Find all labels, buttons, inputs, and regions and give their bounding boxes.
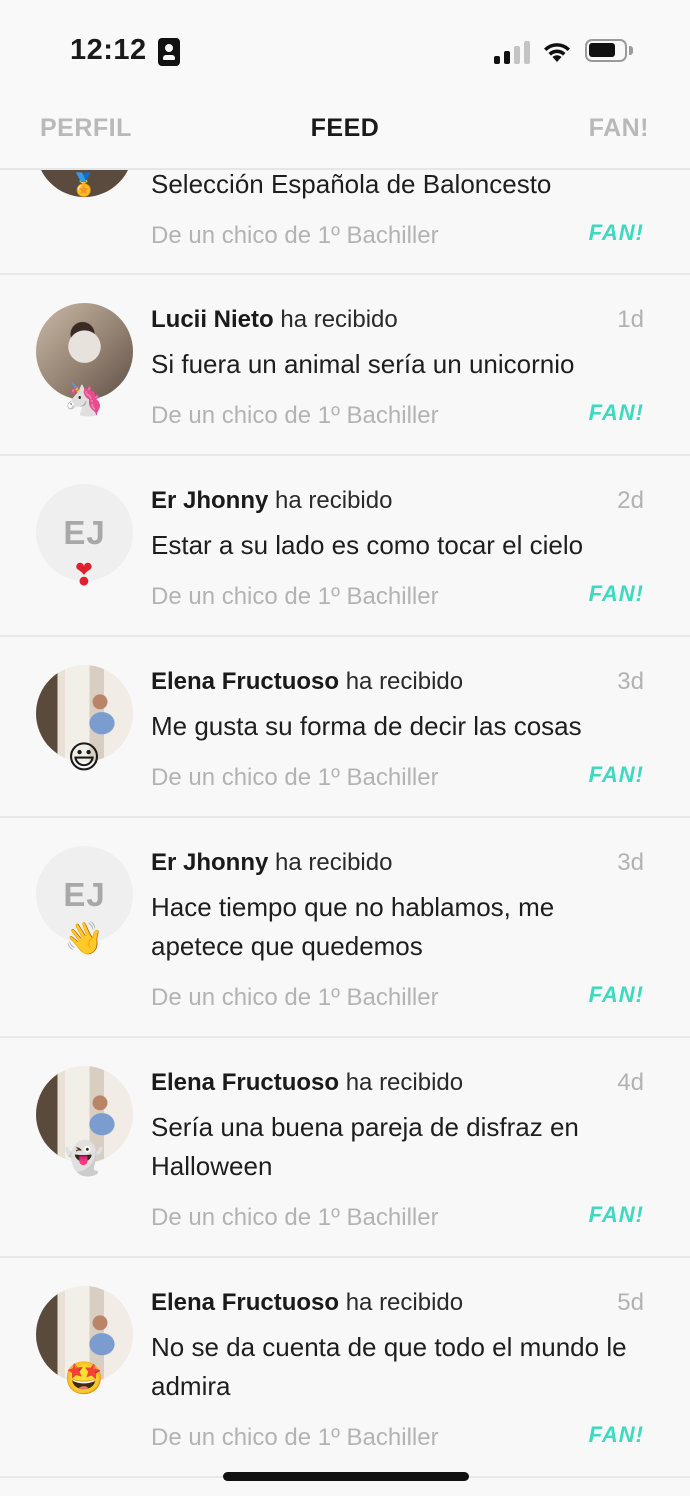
smiley-icon: 😃 xyxy=(67,738,101,776)
unicorn-icon: 🦄 xyxy=(64,380,104,418)
top-nav: FEED PERFIL FAN! xyxy=(0,100,690,170)
wifi-icon xyxy=(544,43,570,62)
fan-button[interactable]: FAN! xyxy=(589,220,644,246)
heart-exclamation-icon: ❣ xyxy=(71,558,97,593)
action-text: ha recibido xyxy=(345,668,464,695)
sender-text: De un chico de 1º Bachiller xyxy=(151,583,439,610)
fan-button[interactable]: FAN! xyxy=(589,1422,644,1448)
recipient-name[interactable]: Elena Fructuoso xyxy=(151,1069,339,1096)
sender-text: De un chico de 1º Bachiller xyxy=(151,764,439,791)
feed-item[interactable]: EJ 👋 Er Jhonny ha recibido 3d Hace tiemp… xyxy=(0,818,690,1038)
feed-item[interactable]: 👻 Elena Fructuoso ha recibido 4d Sería u… xyxy=(0,1038,690,1258)
fan-button[interactable]: FAN! xyxy=(589,1202,644,1228)
battery-icon xyxy=(585,39,627,62)
feed-item[interactable]: 😃 Elena Fructuoso ha recibido 3d Me gust… xyxy=(0,637,690,818)
timestamp: 1d xyxy=(617,306,644,333)
recipient-name[interactable]: Elena Fructuoso xyxy=(151,668,339,695)
tab-fan[interactable]: FAN! xyxy=(589,114,649,143)
sender-text: De un chico de 1º Bachiller xyxy=(151,1424,439,1451)
fan-button[interactable]: FAN! xyxy=(589,762,644,788)
message-text: No se da cuenta de que todo el mundo le … xyxy=(151,1332,627,1401)
feed-item[interactable]: EJ ❣ Er Jhonny ha recibido 2d Estar a su… xyxy=(0,456,690,637)
message-text: Hace tiempo que no hablamos, me apetece … xyxy=(151,892,555,961)
feed-list[interactable]: 🏅 Selección Española de Baloncesto De un… xyxy=(0,170,690,1496)
message-text: Si fuera un animal sería un unicornio xyxy=(151,349,575,379)
timestamp: 3d xyxy=(617,668,644,695)
status-time: 12:12 xyxy=(70,34,147,66)
recipient-line: Lucii Nieto ha recibido xyxy=(151,306,398,334)
waving-hand-icon: 👋 xyxy=(64,919,104,957)
sender-text: De un chico de 1º Bachiller xyxy=(151,402,439,429)
timestamp: 5d xyxy=(617,1289,644,1316)
feed-item[interactable]: 🦄 Lucii Nieto ha recibido 1d Si fuera un… xyxy=(0,275,690,456)
cellular-signal-icon xyxy=(494,40,530,64)
recipient-line: Elena Fructuoso ha recibido xyxy=(151,1069,463,1097)
recipient-line: Er Jhonny ha recibido xyxy=(151,849,392,877)
timestamp: 2d xyxy=(617,487,644,514)
timestamp: 3d xyxy=(617,849,644,876)
action-text: ha recibido xyxy=(275,849,393,876)
fan-button[interactable]: FAN! xyxy=(589,581,644,607)
sender-text: De un chico de 1º Bachiller xyxy=(151,984,439,1011)
recipient-name[interactable]: Elena Fructuoso xyxy=(151,1289,339,1316)
recipient-line: Elena Fructuoso ha recibido xyxy=(151,1289,463,1317)
star-struck-icon: 🤩 xyxy=(64,1359,104,1397)
recipient-line: Elena Fructuoso ha recibido xyxy=(151,668,463,696)
action-text: ha recibido xyxy=(345,1289,464,1316)
action-text: ha recibido xyxy=(345,1069,464,1096)
feed-item[interactable]: 🤩 Elena Fructuoso ha recibido 5d No se d… xyxy=(0,1258,690,1478)
feed-item[interactable]: 🏅 Selección Española de Baloncesto De un… xyxy=(0,170,690,275)
message-text: Estar a su lado es como tocar el cielo xyxy=(151,530,584,560)
sender-text: De un chico de 1º Bachiller xyxy=(151,222,439,249)
fan-button[interactable]: FAN! xyxy=(589,982,644,1008)
action-text: ha recibido xyxy=(280,306,398,333)
contact-card-icon xyxy=(158,38,180,66)
status-bar: 12:12 xyxy=(0,0,690,100)
sender-text: De un chico de 1º Bachiller xyxy=(151,1204,439,1231)
recipient-name[interactable]: Lucii Nieto xyxy=(151,306,274,333)
tab-perfil[interactable]: PERFIL xyxy=(40,114,132,143)
timestamp: 4d xyxy=(617,1069,644,1096)
ghost-icon: 👻 xyxy=(64,1139,104,1177)
recipient-name[interactable]: Er Jhonny xyxy=(151,849,268,876)
message-text: Selección Española de Baloncesto xyxy=(151,170,552,199)
message-text: Sería una buena pareja de disfraz en Hal… xyxy=(151,1112,579,1181)
recipient-name[interactable]: Er Jhonny xyxy=(151,487,268,514)
fan-button[interactable]: FAN! xyxy=(589,400,644,426)
message-text: Me gusta su forma de decir las cosas xyxy=(151,711,582,741)
home-indicator[interactable] xyxy=(223,1472,469,1481)
recipient-line: Er Jhonny ha recibido xyxy=(151,487,392,515)
battery-cap xyxy=(629,46,633,55)
action-text: ha recibido xyxy=(275,487,393,514)
medal-icon: 🏅 xyxy=(70,173,98,198)
